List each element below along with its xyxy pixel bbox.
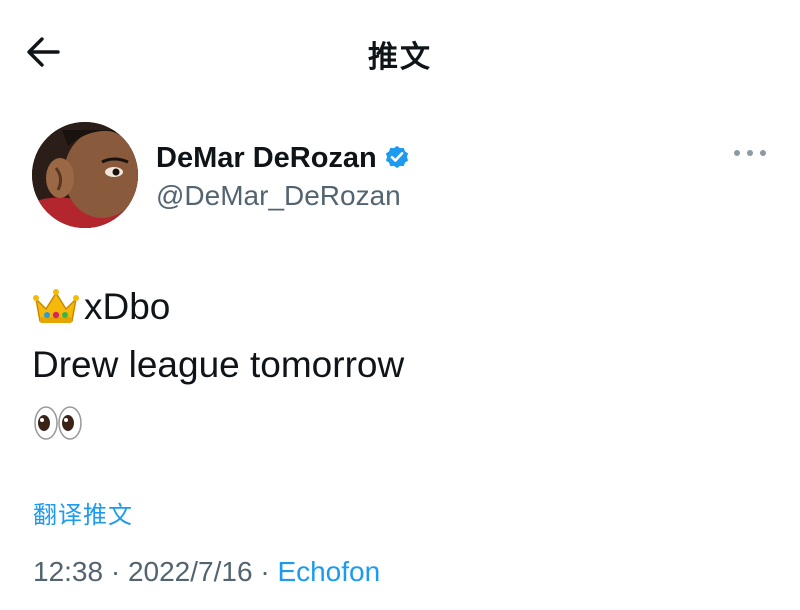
display-name[interactable]: DeMar DeRozan — [156, 142, 411, 175]
tweet-line-1: xDbo — [84, 286, 171, 327]
meta-separator: · — [110, 556, 121, 587]
verified-badge-icon — [385, 145, 408, 169]
translate-tweet-link[interactable]: 翻译推文 — [33, 495, 133, 530]
eyes-emoji-icon — [34, 406, 82, 440]
tweet-line — [32, 394, 772, 452]
user-handle[interactable]: @DeMar_DeRozan — [156, 180, 401, 212]
tweet-meta: 12:38 · 2022/7/16 · Echofon — [33, 556, 380, 588]
more-options-icon[interactable] — [732, 146, 768, 160]
meta-separator: · — [260, 556, 270, 587]
avatar-image — [32, 122, 138, 228]
top-bar: 推文 — [0, 0, 800, 105]
crown-emoji-icon — [33, 289, 79, 323]
avatar[interactable] — [32, 122, 138, 228]
tweet-source-link[interactable]: Echofon — [277, 556, 380, 587]
display-name-text: DeMar DeRozan — [156, 142, 377, 174]
tweet-author: DeMar DeRozan @DeMar_DeRozan — [32, 122, 772, 230]
tweet-line-2: Drew league tomorrow — [32, 344, 405, 385]
tweet-text: xDbo Drew league tomorrow — [32, 278, 772, 452]
page-title: 推文 — [368, 40, 432, 75]
tweet-line: Drew league tomorrow — [32, 336, 772, 394]
tweet-line: xDbo — [32, 278, 772, 336]
tweet-date[interactable]: 2022/7/16 — [128, 556, 253, 587]
tweet-time[interactable]: 12:38 — [33, 556, 103, 587]
